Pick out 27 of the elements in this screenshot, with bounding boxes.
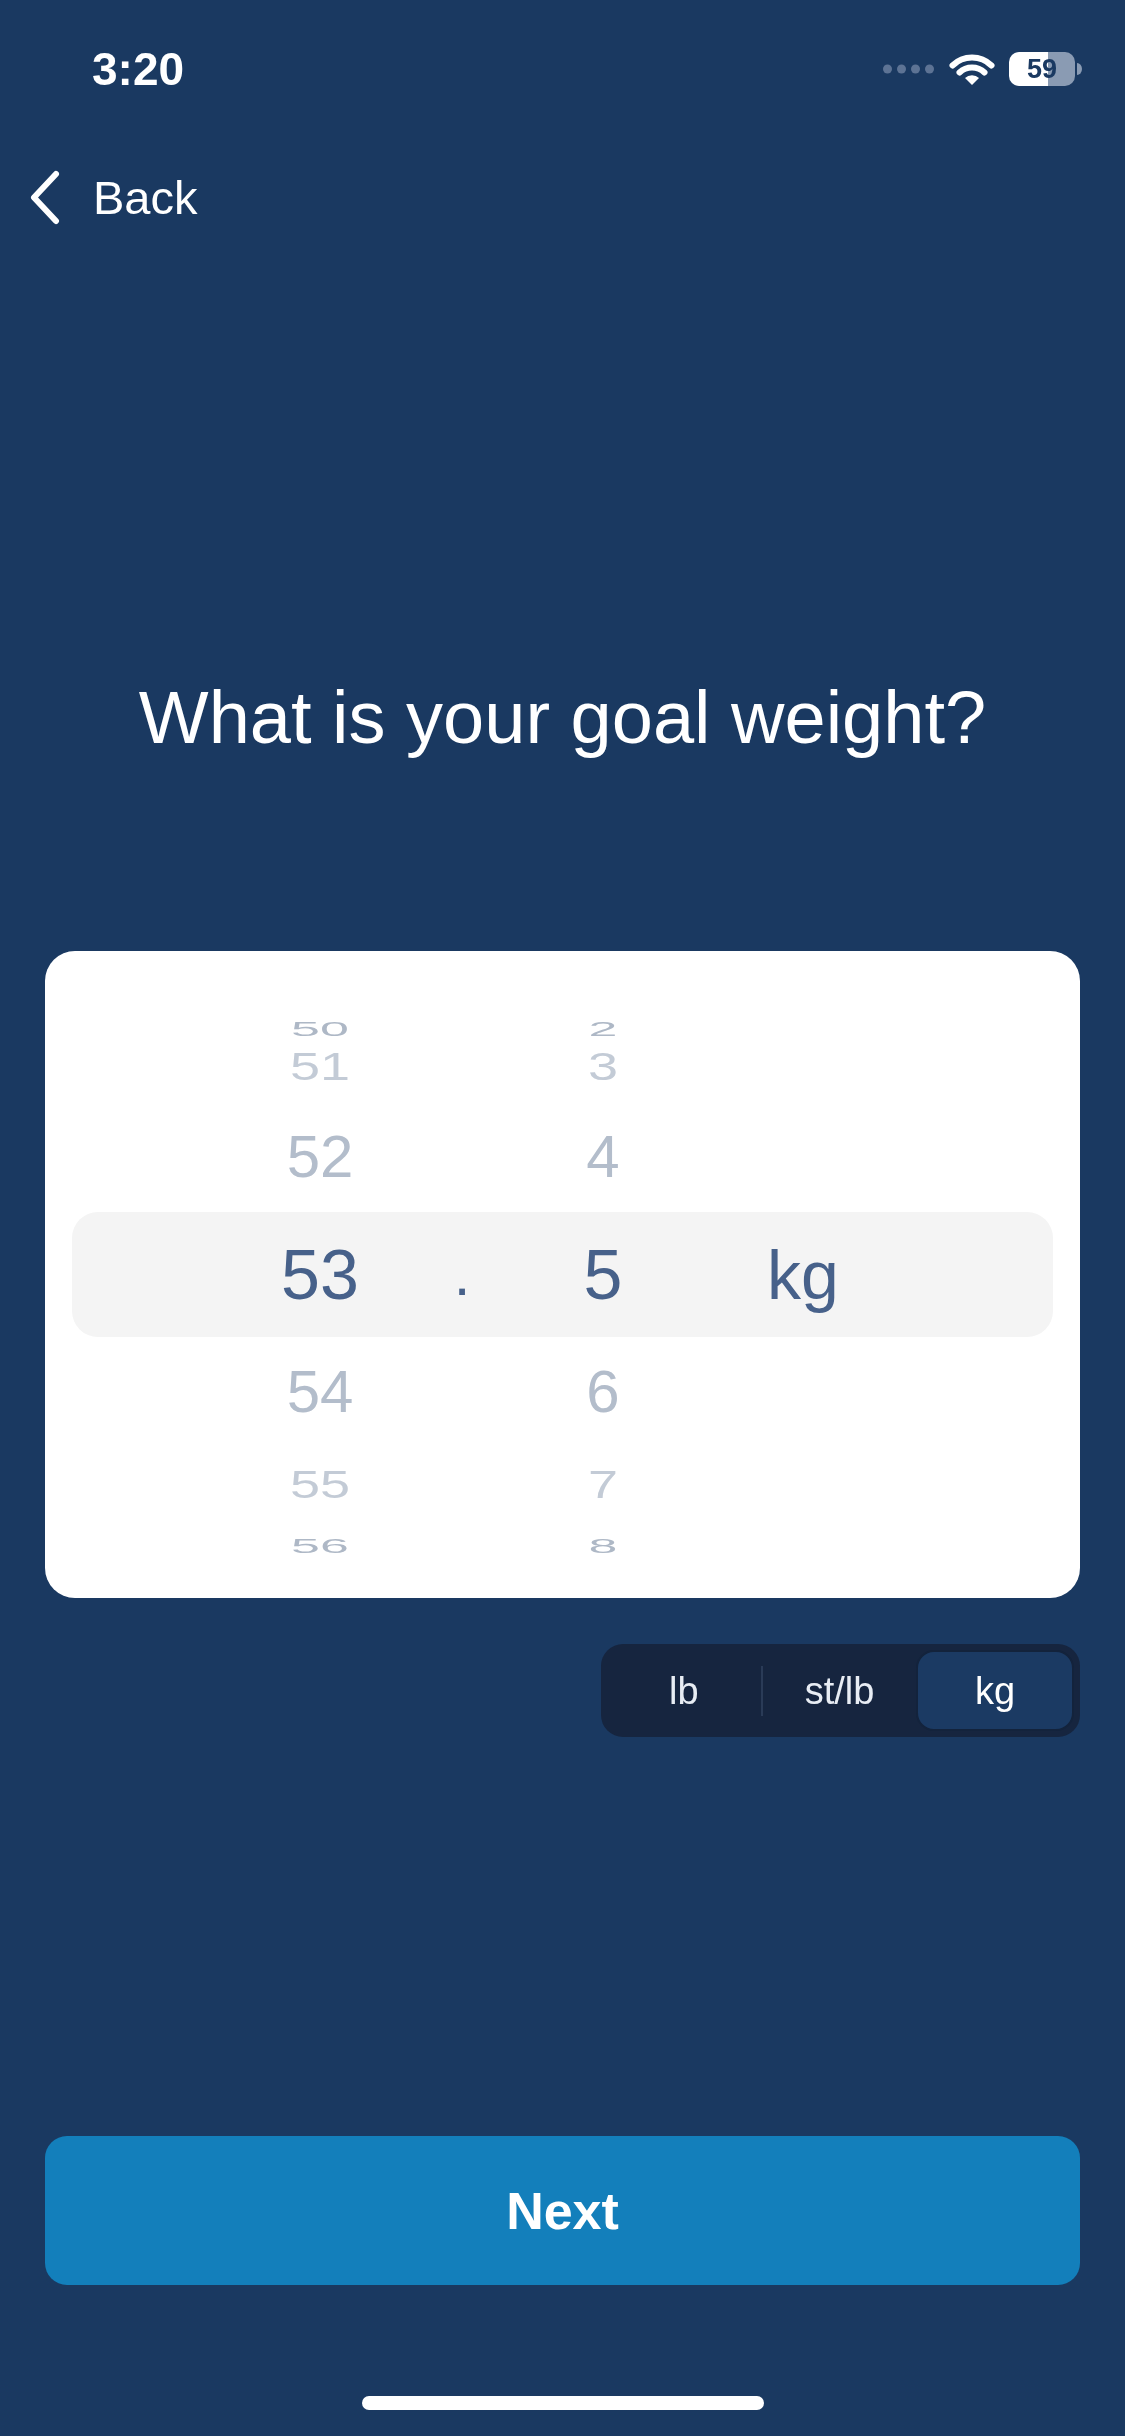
status-time: 3:20 [92,46,185,92]
wifi-icon [949,52,995,86]
unit-option[interactable]: lb [607,1650,761,1731]
whole-kg-value[interactable]: 51 [289,1046,351,1085]
unit-option[interactable]: kg [916,1650,1074,1731]
whole-kg-value[interactable]: 52 [286,1127,354,1187]
decimal-value[interactable]: 3 [587,1046,618,1085]
whole-kg-value[interactable]: 54 [286,1362,354,1422]
decimal-value[interactable]: 4 [586,1127,620,1187]
whole-kg-value[interactable]: 55 [289,1464,351,1503]
decimal-value[interactable]: 5 [583,1239,623,1310]
battery-level: 59 [1009,52,1075,86]
back-button[interactable]: Back [29,169,198,225]
decimal-value[interactable]: 8 [588,1535,618,1557]
unit-option[interactable]: st/lb [762,1650,917,1731]
whole-kg-value[interactable]: 50 [291,1018,349,1040]
decimal-point: . [453,1244,471,1305]
chevron-left-icon [29,169,61,225]
question-title: What is your goal weight? [137,675,988,761]
decimal-value[interactable]: 6 [586,1362,620,1422]
whole-kg-value[interactable]: 56 [291,1535,349,1557]
decimal-value[interactable]: 2 [588,1018,618,1040]
next-button[interactable]: Next [45,2136,1080,2285]
decimal-value[interactable]: 7 [587,1464,618,1503]
whole-kg-value[interactable]: 53 [281,1239,359,1310]
battery-tip-icon [1077,63,1082,75]
signal-icon [883,64,934,74]
